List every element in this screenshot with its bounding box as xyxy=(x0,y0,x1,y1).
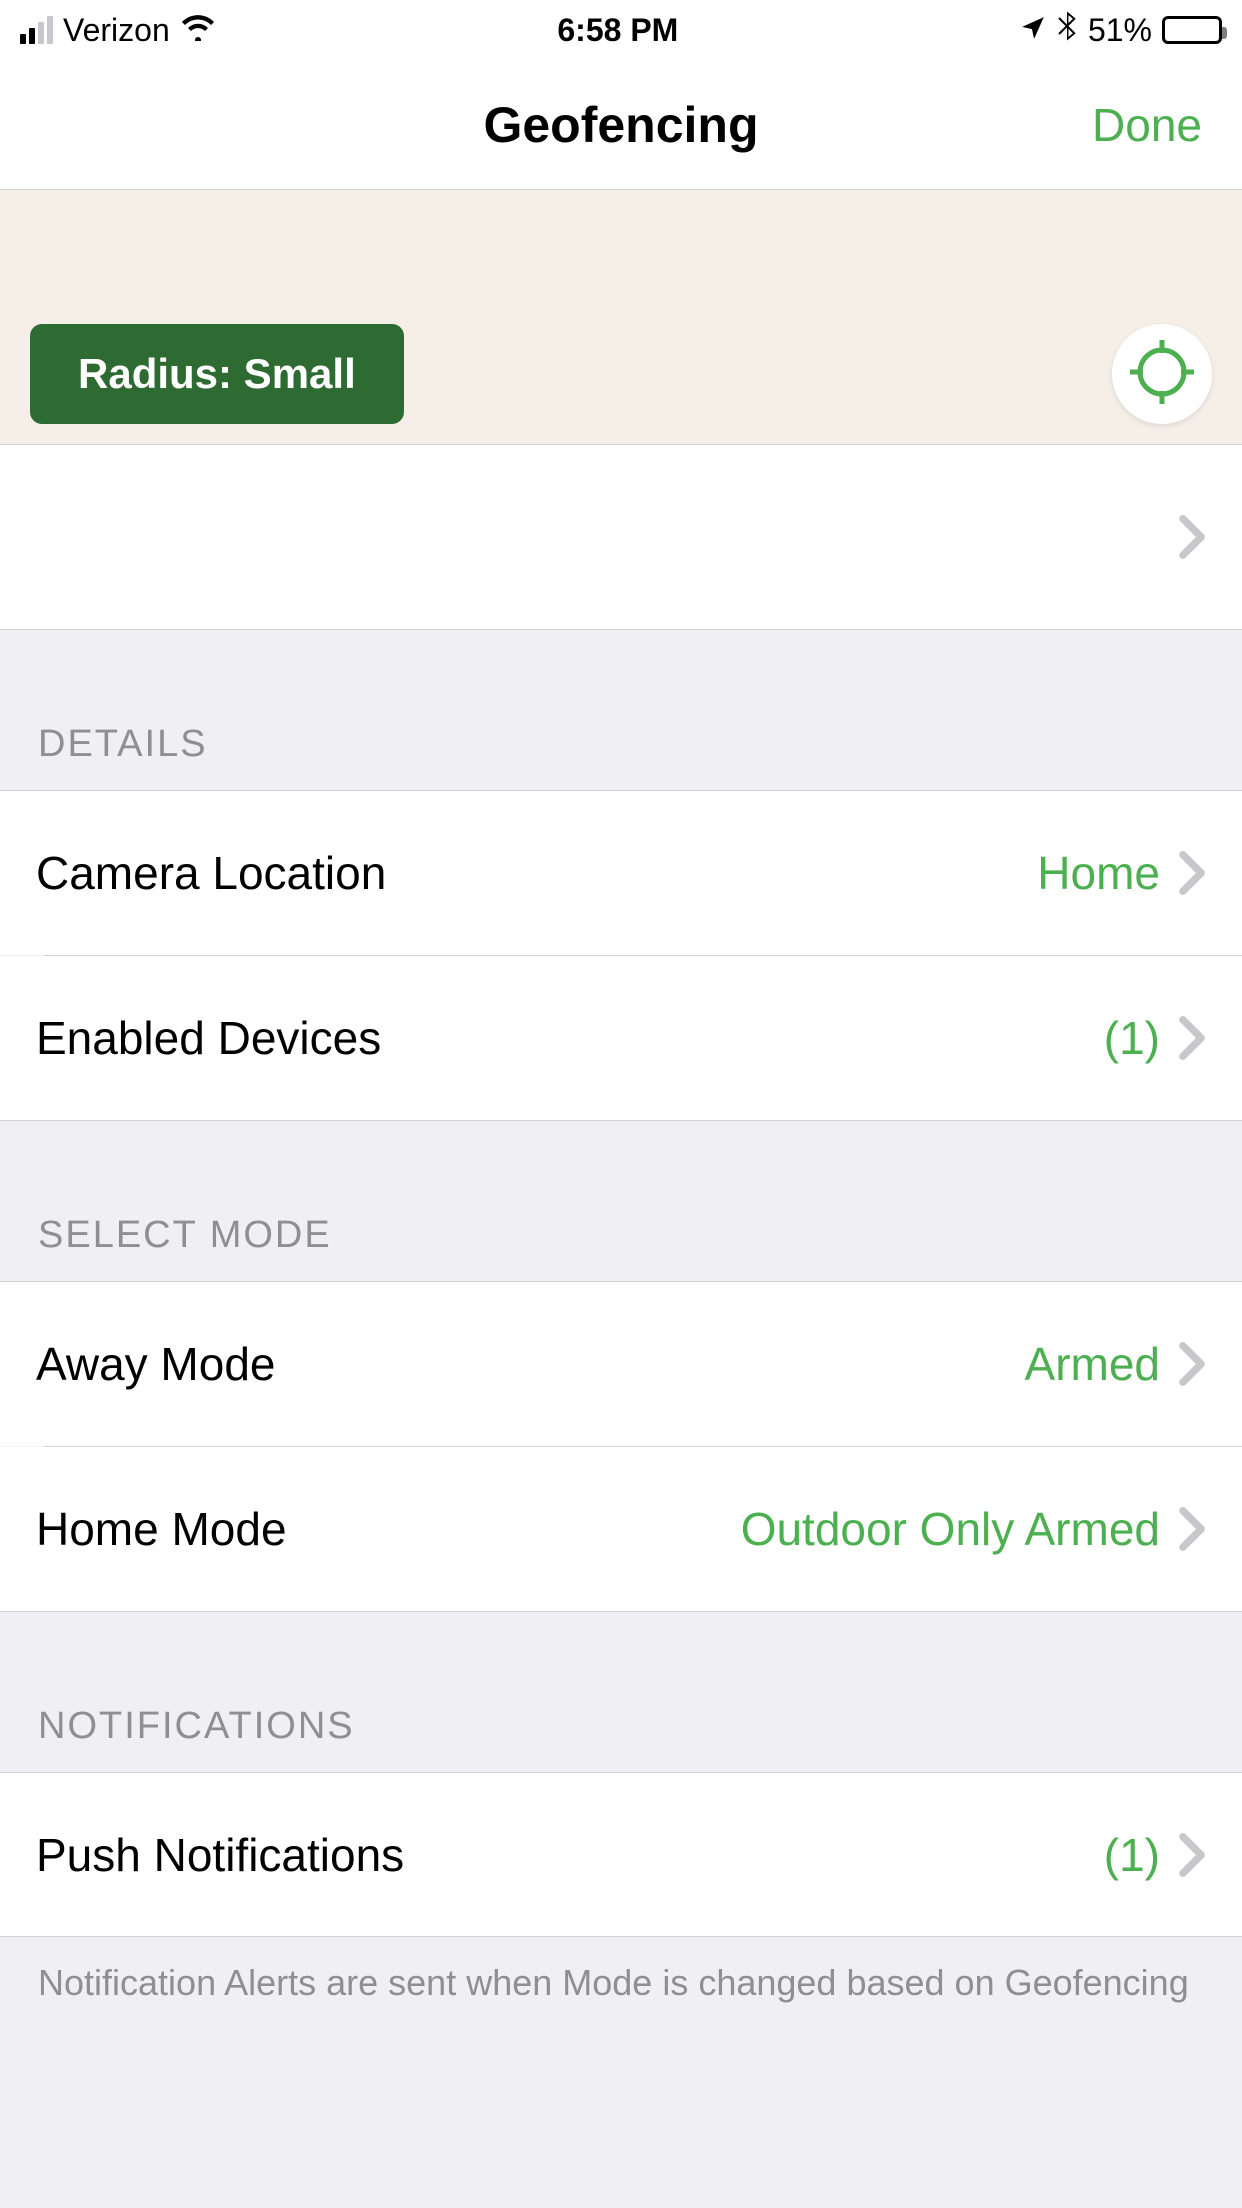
enabled-devices-label: Enabled Devices xyxy=(36,1011,1104,1065)
status-right: 51% xyxy=(1020,10,1222,50)
chevron-right-icon xyxy=(1178,851,1206,895)
radius-button[interactable]: Radius: Small xyxy=(30,324,404,424)
done-button[interactable]: Done xyxy=(1092,98,1202,152)
chevron-right-icon xyxy=(1178,515,1206,559)
battery-percentage: 51% xyxy=(1088,12,1152,49)
carrier-label: Verizon xyxy=(63,12,170,49)
push-notifications-value: (1) xyxy=(1104,1828,1160,1882)
cellular-signal-icon xyxy=(20,16,53,44)
camera-location-row[interactable]: Camera Location Home xyxy=(0,790,1242,955)
bluetooth-icon xyxy=(1056,10,1078,50)
nav-bar: Geofencing Done xyxy=(0,60,1242,190)
location-icon xyxy=(1020,12,1046,49)
address-row[interactable] xyxy=(0,445,1242,630)
status-time: 6:58 PM xyxy=(557,12,678,49)
chevron-right-icon xyxy=(1178,1342,1206,1386)
wifi-icon xyxy=(180,12,216,49)
notifications-footer-note: Notification Alerts are sent when Mode i… xyxy=(0,1937,1242,2030)
status-left: Verizon xyxy=(20,12,216,49)
chevron-right-icon xyxy=(1178,1833,1206,1877)
camera-location-label: Camera Location xyxy=(36,846,1037,900)
away-mode-row[interactable]: Away Mode Armed xyxy=(0,1281,1242,1446)
enabled-devices-row[interactable]: Enabled Devices (1) xyxy=(0,956,1242,1121)
home-mode-value: Outdoor Only Armed xyxy=(741,1502,1160,1556)
battery-icon xyxy=(1162,16,1222,44)
locate-button[interactable] xyxy=(1112,324,1212,424)
section-header-notifications: NOTIFICATIONS xyxy=(0,1612,1242,1772)
home-mode-label: Home Mode xyxy=(36,1502,741,1556)
chevron-right-icon xyxy=(1178,1507,1206,1551)
status-bar: Verizon 6:58 PM 51% xyxy=(0,0,1242,60)
section-header-select-mode: SELECT MODE xyxy=(0,1121,1242,1281)
section-header-details: DETAILS xyxy=(0,630,1242,790)
home-mode-row[interactable]: Home Mode Outdoor Only Armed xyxy=(0,1447,1242,1612)
away-mode-value: Armed xyxy=(1025,1337,1160,1391)
map-area[interactable]: Radius: Small xyxy=(0,190,1242,445)
push-notifications-label: Push Notifications xyxy=(36,1828,1104,1882)
camera-location-value: Home xyxy=(1037,846,1160,900)
push-notifications-row[interactable]: Push Notifications (1) xyxy=(0,1772,1242,1937)
chevron-right-icon xyxy=(1178,1016,1206,1060)
page-title: Geofencing xyxy=(483,96,758,154)
away-mode-label: Away Mode xyxy=(36,1337,1025,1391)
crosshair-icon xyxy=(1127,337,1197,412)
enabled-devices-value: (1) xyxy=(1104,1011,1160,1065)
